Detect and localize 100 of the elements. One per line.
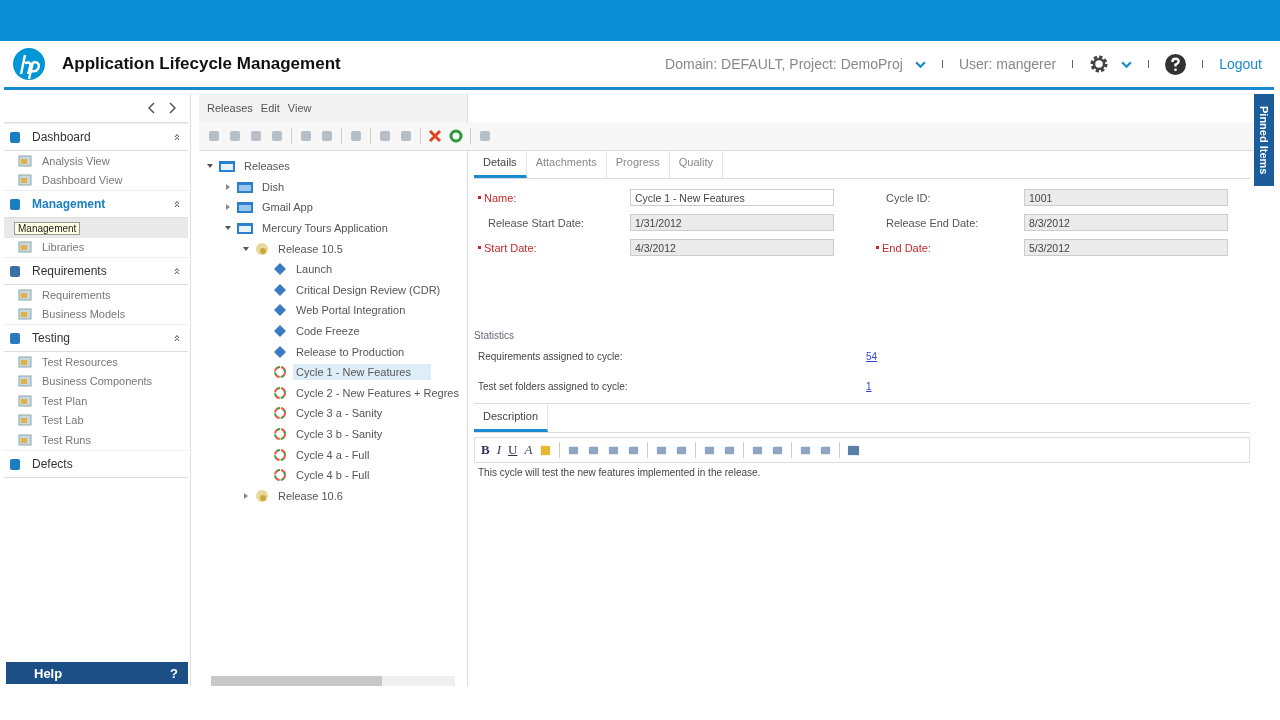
collapsed-icon[interactable] — [225, 204, 231, 211]
tree-item[interactable]: Launch — [293, 261, 336, 278]
module-item[interactable]: Test Resources — [4, 352, 188, 372]
toolbar-icon[interactable] — [249, 129, 263, 143]
tree-item[interactable]: Releases — [241, 158, 293, 175]
module-item-icon — [18, 393, 32, 408]
hp-logo — [12, 47, 46, 81]
format-button[interactable]: I — [496, 442, 501, 458]
statistic-link[interactable]: 1 — [866, 380, 872, 392]
field-label: Start Date: — [478, 239, 630, 256]
module-icon — [8, 130, 22, 144]
module-item[interactable]: Analysis View — [4, 151, 188, 171]
menu-item[interactable]: Edit — [260, 102, 280, 114]
forward-icon[interactable] — [168, 102, 176, 114]
tree-item[interactable]: Dish — [259, 178, 287, 195]
toolbar-icon[interactable] — [478, 129, 492, 143]
statistic-link[interactable]: 54 — [866, 350, 878, 362]
collapse-icon[interactable] — [174, 133, 180, 141]
collapsed-icon[interactable] — [225, 183, 231, 190]
field-label: Release End Date: — [885, 215, 980, 231]
toolbar-icon[interactable] — [207, 129, 221, 143]
menu-item[interactable]: Releases — [207, 102, 253, 114]
tree-item[interactable]: Cycle 3 a - Sanity — [293, 405, 386, 422]
module-header[interactable]: Dashboard — [32, 130, 164, 144]
collapse-icon[interactable] — [174, 267, 180, 275]
toolbar-icon[interactable] — [228, 129, 242, 143]
tree-item[interactable]: Cycle 3 b - Sanity — [293, 426, 386, 442]
module-item[interactable]: Dashboard View — [4, 170, 188, 190]
help-icon[interactable] — [1165, 53, 1187, 75]
help-bar[interactable]: Help ? — [6, 662, 188, 684]
module-item-icon — [18, 354, 32, 369]
tree-item[interactable]: Code Freeze — [293, 323, 363, 340]
tree-item[interactable]: Cycle 1 - New Features — [293, 364, 431, 381]
pinned-items-tab[interactable]: Pinned Items — [1254, 94, 1274, 186]
format-button[interactable]: B — [481, 442, 490, 458]
tree-item[interactable]: Critical Design Review (CDR) — [293, 281, 444, 298]
module-header[interactable]: Defects — [32, 456, 180, 471]
module-item[interactable]: Test Lab — [4, 410, 188, 430]
tree-item[interactable]: Cycle 4 a - Full — [293, 446, 373, 463]
toolbar-icon[interactable] — [299, 129, 313, 143]
expanded-icon[interactable] — [207, 163, 213, 170]
back-icon[interactable] — [148, 102, 156, 114]
collapse-icon[interactable] — [174, 334, 180, 342]
module-item[interactable]: Business Components — [4, 371, 188, 391]
module-icon — [8, 456, 22, 471]
field-label: Cycle ID: — [885, 190, 932, 206]
logout-link[interactable]: Logout — [1219, 56, 1262, 72]
collapse-icon[interactable] — [174, 200, 180, 208]
settings-icon[interactable] — [1089, 54, 1110, 74]
input-field[interactable]: 8/3/2012 — [1024, 214, 1228, 231]
chevron-down-icon[interactable] — [1121, 60, 1133, 68]
module-header[interactable]: Management — [32, 197, 164, 211]
module-item[interactable]: Requirements — [4, 285, 188, 305]
toolbar-icon[interactable] — [270, 129, 284, 143]
menu-item[interactable]: View — [287, 102, 312, 114]
delete-icon[interactable] — [428, 129, 442, 143]
module-item[interactable]: Management — [4, 218, 188, 238]
input-field[interactable]: 5/3/2012 — [1024, 239, 1228, 256]
input-field[interactable]: Cycle 1 - New Features — [630, 189, 834, 206]
tab[interactable]: Details — [474, 150, 527, 178]
tree-item[interactable]: Release 10.5 — [275, 240, 346, 257]
module-item[interactable]: Business Models — [4, 304, 188, 324]
toolbar-icon[interactable] — [378, 129, 392, 143]
input-field[interactable]: 1001 — [1024, 189, 1228, 206]
highlight-icon[interactable] — [539, 443, 553, 457]
release-icon — [255, 488, 269, 503]
table-icon[interactable] — [847, 443, 861, 457]
scrollbar[interactable] — [211, 676, 455, 686]
tab[interactable]: Progress — [606, 150, 670, 178]
collapsed-icon[interactable] — [243, 492, 249, 499]
toolbar-icon[interactable] — [399, 129, 413, 143]
tree-item[interactable]: Cycle 4 b - Full — [293, 467, 373, 484]
cycle-icon — [273, 468, 287, 483]
tab[interactable]: Quality — [669, 150, 724, 178]
tree-item[interactable]: Gmail App — [259, 199, 316, 216]
tree-item[interactable]: Release 10.6 — [275, 487, 346, 504]
tree-item[interactable]: Release to Production — [293, 343, 408, 360]
tab[interactable]: Description — [474, 404, 549, 432]
tree-item[interactable]: Cycle 2 - New Features + Regres — [293, 384, 462, 401]
format-button[interactable]: U — [508, 442, 518, 458]
refresh-icon[interactable] — [449, 129, 463, 143]
tab[interactable]: Attachments — [526, 150, 607, 178]
toolbar-icon[interactable] — [349, 129, 363, 143]
field-label: End Date: — [876, 239, 1024, 256]
module-header[interactable]: Testing — [32, 331, 164, 345]
toolbar-icon[interactable] — [320, 129, 334, 143]
tree-item[interactable]: Web Portal Integration — [293, 302, 409, 319]
chevron-down-icon[interactable] — [914, 60, 926, 68]
module-item[interactable]: Libraries — [4, 237, 188, 257]
expanded-icon[interactable] — [225, 225, 231, 232]
input-field[interactable]: 4/3/2012 — [630, 239, 834, 256]
module-item[interactable]: Test Runs — [4, 430, 188, 450]
folder-icon — [237, 221, 253, 236]
format-button[interactable]: A — [524, 442, 533, 458]
module-header[interactable]: Requirements — [32, 264, 164, 278]
tree-item[interactable]: Mercury Tours Application — [259, 220, 391, 237]
expanded-icon[interactable] — [243, 245, 249, 252]
module-icon — [8, 331, 22, 345]
input-field[interactable]: 1/31/2012 — [630, 214, 834, 231]
module-item[interactable]: Test Plan — [4, 391, 188, 411]
